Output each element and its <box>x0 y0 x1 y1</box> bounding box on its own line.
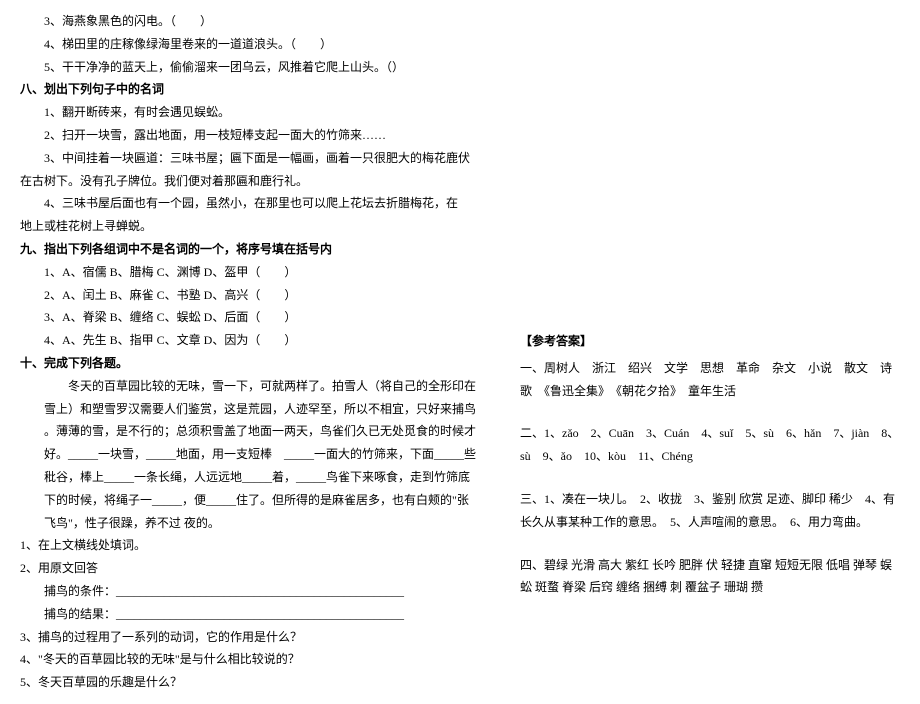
q3: 3、捕鸟的过程用了一系列的动词，它的作用是什么？ <box>20 626 480 649</box>
answer-2: 二、1、zǎo 2、Cuān 3、Cuán 4、suǐ 5、sù 6、hǎn 7… <box>520 422 900 468</box>
answer-1: 一、周树人 浙江 绍兴 文学 思想 革命 杂文 小说 散文 诗歌 《鲁迅全集》 … <box>520 357 900 403</box>
q2-b: 捕鸟的条件：__________________________________… <box>20 580 480 603</box>
answers-heading: 【参考答案】 <box>520 330 900 353</box>
q2-a: 2、用原文回答 <box>20 557 480 580</box>
sec10-passage: 冬天的百草园比较的无味，雪一下，可就两样了。拍雪人（将自己的全形印在 雪上）和塑… <box>20 375 480 535</box>
q1: 1、在上文横线处填词。 <box>20 534 480 557</box>
section-9-heading: 九、指出下列各组词中不是名词的一个，将序号填在括号内 <box>20 238 480 261</box>
answer-3: 三、1、凑在一块儿。 2、收拢 3、鉴别 欣赏 足迹、脚印 稀少 4、有长久从事… <box>520 488 900 534</box>
q4: 4、"冬天的百草园比较的无味"是与什么相比较说的？ <box>20 648 480 671</box>
sec9-item-4: 4、A、先生 B、指甲 C、文章 D、因为（ ） <box>20 329 480 352</box>
answer-4: 四、碧绿 光滑 高大 紫红 长吟 肥胖 伏 轻捷 直窜 短短无限 低唱 弹琴 蜈… <box>520 554 900 600</box>
section-10-heading: 十、完成下列各题。 <box>20 352 480 375</box>
sec8-item-1: 1、翻开断砖来，有时会遇见蜈蚣。 <box>20 101 480 124</box>
sec9-item-1: 1、A、宿儒 B、腊梅 C、渊博 D、盔甲（ ） <box>20 261 480 284</box>
sec8-cont-a: 在古树下。没有孔子牌位。我们便对着那匾和鹿行礼。 <box>20 170 480 193</box>
sec9-item-3: 3、A、脊梁 B、缠络 C、蜈蚣 D、后面（ ） <box>20 306 480 329</box>
item-5: 5、干干净净的蓝天上，偷偷溜来一团乌云，风推着它爬上山头。（） <box>20 56 480 79</box>
item-4: 4、梯田里的庄稼像绿海里卷来的一道道浪头。（ ） <box>20 33 480 56</box>
q5: 5、冬天百草园的乐趣是什么？ <box>20 671 480 694</box>
sec8-cont-b: 地上或桂花树上寻蝉蜕。 <box>20 215 480 238</box>
sec8-item-2: 2、扫开一块雪，露出地面，用一枝短棒支起一面大的竹筛来…… <box>20 124 480 147</box>
sec8-item-4: 4、三味书屋后面也有一个园，虽然小，在那里也可以爬上花坛去折腊梅花，在 <box>20 192 480 215</box>
section-8-heading: 八、划出下列句子中的名词 <box>20 78 480 101</box>
sec8-item-3: 3、中间挂着一块匾道：三味书屋；匾下面是一幅画，画着一只很肥大的梅花鹿伏 <box>20 147 480 170</box>
q2-c: 捕鸟的结果：__________________________________… <box>20 603 480 626</box>
sec9-item-2: 2、A、闰土 B、麻雀 C、书塾 D、高兴（ ） <box>20 284 480 307</box>
item-3: 3、海燕象黑色的闪电。（ ） <box>20 10 480 33</box>
